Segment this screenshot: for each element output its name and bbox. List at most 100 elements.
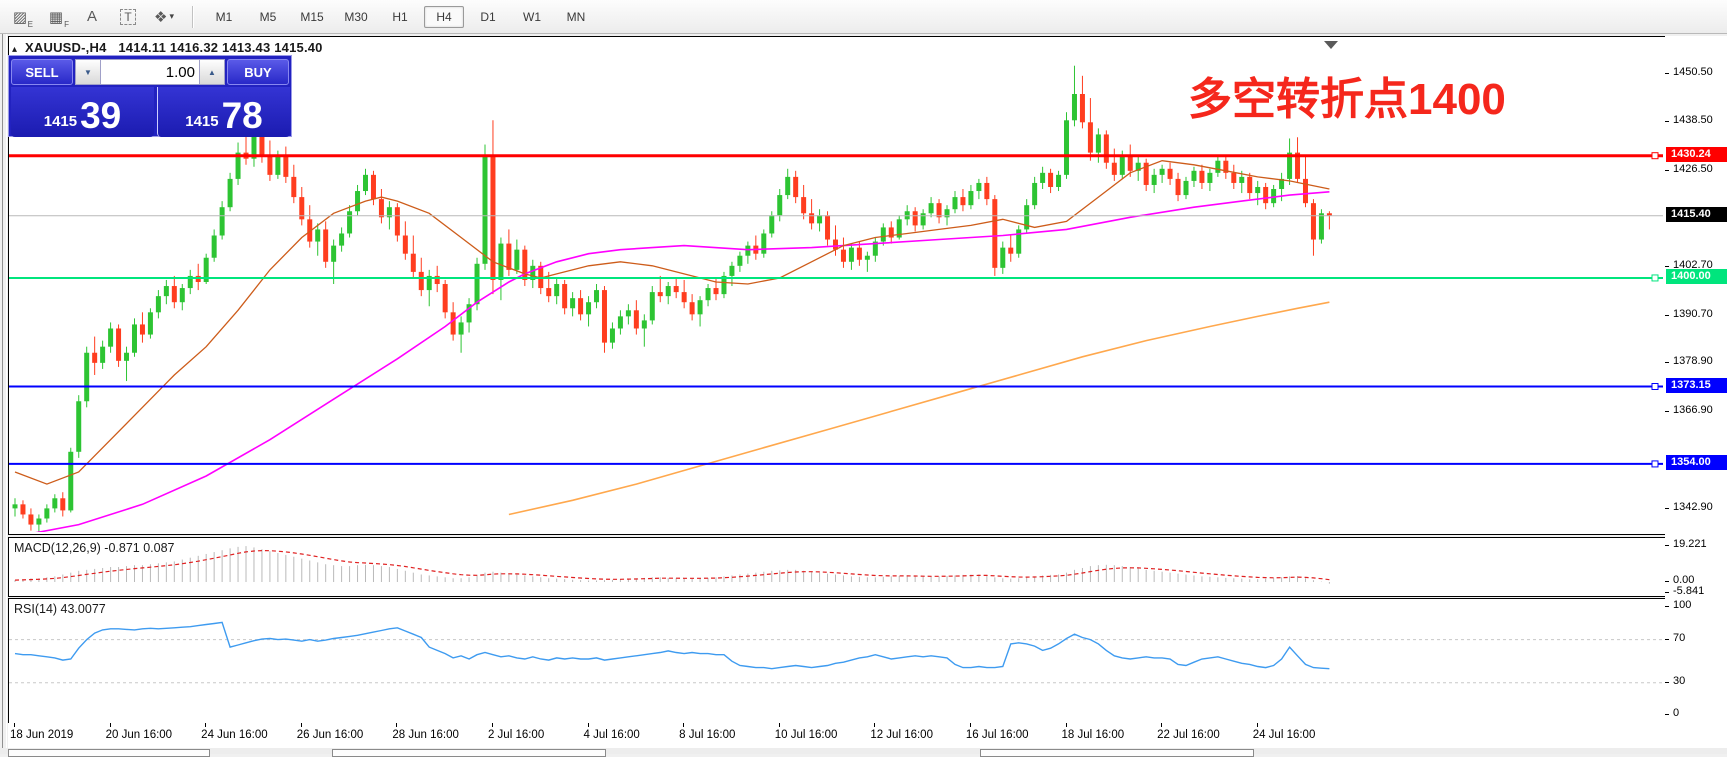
symbol-period-label: XAUUSD-,H4	[25, 40, 106, 55]
price-tick-label: 1342.90	[1673, 501, 1713, 513]
date-tick-label: 12 Jul 16:00	[870, 729, 933, 741]
chevron-down-icon: ▼	[84, 68, 92, 77]
date-tick-mark	[14, 723, 15, 727]
chart-objects-icon[interactable]: ▨E	[4, 3, 36, 31]
ohlc-values: 1414.11 1416.32 1413.43 1415.40	[118, 40, 322, 55]
macd-tick-mark	[1665, 581, 1669, 582]
price-tick-label: 1390.70	[1673, 308, 1713, 320]
sell-price-box[interactable]: 1415 39	[11, 87, 154, 137]
grid-icon[interactable]: ▦F	[40, 3, 72, 31]
macd-tick-label: 19.221	[1673, 538, 1707, 550]
macd-tick-mark	[1665, 545, 1669, 546]
chart-shift-marker-icon	[1324, 41, 1338, 49]
volume-decrease-button[interactable]: ▼	[75, 59, 101, 85]
text-box-icon: T	[120, 9, 135, 25]
minimized-window[interactable]	[332, 749, 606, 757]
price-tick-mark	[1665, 266, 1669, 267]
chart-header: ▴ XAUUSD-,H4 1414.11 1416.32 1413.43 141…	[12, 40, 323, 55]
volume-increase-button[interactable]: ▲	[199, 59, 225, 85]
styles-icon[interactable]: ❖▾	[148, 3, 180, 31]
macd-tick-label: -5.841	[1673, 585, 1704, 597]
date-tick-label: 26 Jun 16:00	[297, 729, 364, 741]
date-tick-mark	[779, 723, 780, 727]
grid-icon: ▦	[49, 8, 63, 26]
date-axis[interactable]: 18 Jun 201920 Jun 16:0024 Jun 16:0026 Ju…	[8, 723, 1727, 748]
rsi-indicator-pane[interactable]	[8, 598, 1666, 724]
rsi-chart[interactable]	[9, 599, 1663, 721]
price-tick-mark	[1665, 73, 1669, 74]
minimized-window[interactable]	[8, 749, 210, 757]
timeframe-button-group: M1M5M15M30H1H4D1W1MN	[202, 6, 598, 28]
macd-indicator-pane[interactable]	[8, 537, 1666, 597]
text-label-icon: A	[87, 8, 97, 25]
date-tick-label: 4 Jul 16:00	[584, 729, 640, 741]
buy-price-small: 1415	[185, 113, 218, 130]
volume-input[interactable]	[100, 59, 202, 85]
timeframe-button-m15[interactable]: M15	[292, 6, 332, 28]
buy-price-big: 78	[222, 98, 263, 133]
date-tick-mark	[396, 723, 397, 727]
sell-price-big: 39	[80, 98, 121, 133]
toolbar-separator	[192, 6, 194, 28]
date-tick-mark	[970, 723, 971, 727]
price-tick-label: 1450.50	[1673, 66, 1713, 78]
minimized-window[interactable]	[980, 749, 1254, 757]
price-axis[interactable]: 1450.501438.501426.501402.701390.701378.…	[1665, 36, 1727, 723]
timeframe-button-w1[interactable]: W1	[512, 6, 552, 28]
date-tick-label: 24 Jun 16:00	[201, 729, 268, 741]
rsi-tick-mark	[1665, 714, 1669, 715]
price-line-badge: 1354.00	[1666, 455, 1727, 470]
timeframe-button-m5[interactable]: M5	[248, 6, 288, 28]
price-tick-mark	[1665, 362, 1669, 363]
rsi-tick-label: 70	[1673, 632, 1685, 644]
sell-button[interactable]: SELL	[11, 59, 73, 85]
price-line-badge: 1373.15	[1666, 378, 1727, 393]
date-tick-label: 22 Jul 16:00	[1157, 729, 1220, 741]
date-tick-mark	[1257, 723, 1258, 727]
date-tick-mark	[1161, 723, 1162, 727]
price-line-badge: 1430.24	[1666, 147, 1727, 162]
date-tick-mark	[1066, 723, 1067, 727]
timeframe-button-mn[interactable]: MN	[556, 6, 596, 28]
rsi-indicator-label: RSI(14) 43.0077	[14, 602, 106, 616]
timeframe-button-m30[interactable]: M30	[336, 6, 376, 28]
date-tick-mark	[588, 723, 589, 727]
text-label-icon[interactable]: A	[76, 3, 108, 31]
timeframe-button-h1[interactable]: H1	[380, 6, 420, 28]
rsi-tick-mark	[1665, 682, 1669, 683]
rsi-tick-mark	[1665, 639, 1669, 640]
rsi-tick-label: 30	[1673, 675, 1685, 687]
price-tick-mark	[1665, 411, 1669, 412]
icon-sub-letter: E	[28, 20, 33, 29]
text-box-icon[interactable]: T	[112, 3, 144, 31]
price-tick-mark	[1665, 315, 1669, 316]
minimized-windows-strip	[0, 748, 1727, 754]
price-line-badge: 1400.00	[1666, 269, 1727, 284]
date-tick-mark	[205, 723, 206, 727]
date-tick-mark	[874, 723, 875, 727]
buy-price-box[interactable]: 1415 78	[157, 87, 290, 137]
collapse-triangle-icon[interactable]: ▴	[12, 44, 17, 55]
toolbar-icon-group: ▨E▦FAT❖▾	[0, 3, 180, 31]
sell-price-small: 1415	[44, 113, 77, 130]
window-left-frame	[2, 34, 7, 754]
price-tick-mark	[1665, 170, 1669, 171]
timeframe-button-h4[interactable]: H4	[424, 6, 464, 28]
timeframe-button-d1[interactable]: D1	[468, 6, 508, 28]
date-tick-label: 28 Jun 16:00	[392, 729, 459, 741]
chart-objects-icon: ▨	[13, 8, 27, 26]
chevron-up-icon: ▲	[208, 68, 216, 77]
macd-chart[interactable]	[9, 538, 1663, 594]
date-tick-label: 18 Jul 16:00	[1062, 729, 1125, 741]
styles-icon: ❖	[154, 8, 167, 26]
rsi-tick-label: 100	[1673, 599, 1691, 611]
buy-button[interactable]: BUY	[227, 59, 289, 85]
macd-indicator-label: MACD(12,26,9) -0.871 0.087	[14, 541, 175, 555]
date-tick-label: 2 Jul 16:00	[488, 729, 544, 741]
price-tick-label: 1366.90	[1673, 404, 1713, 416]
macd-tick-mark	[1665, 592, 1669, 593]
timeframe-button-m1[interactable]: M1	[204, 6, 244, 28]
rsi-tick-label: 0	[1673, 707, 1679, 719]
price-tick-mark	[1665, 508, 1669, 509]
date-tick-mark	[301, 723, 302, 727]
